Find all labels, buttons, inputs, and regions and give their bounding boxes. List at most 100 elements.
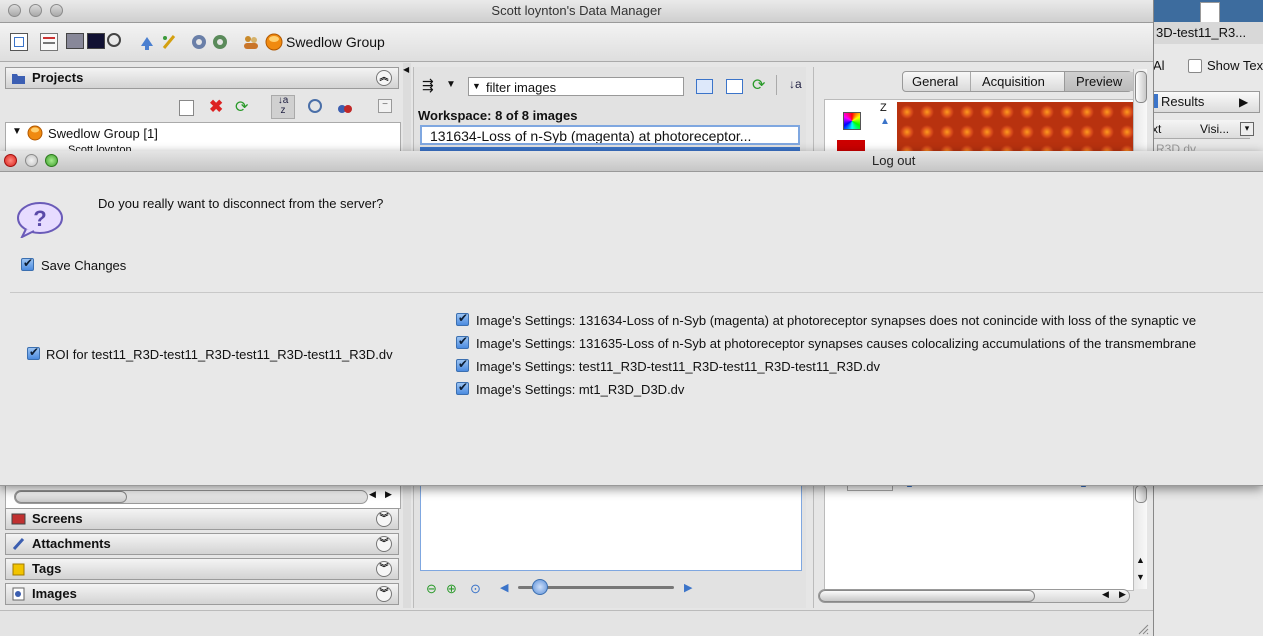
image-settings-checkbox[interactable] [456,357,469,372]
users-icon[interactable] [242,33,260,51]
expand-icon[interactable]: ︾ [376,586,392,602]
dialog-minimize-button[interactable] [25,154,38,167]
metadata-tabs: General Acquisition Preview [902,71,1133,92]
dialog-close-button[interactable] [4,154,17,167]
dialog-question: Do you really want to disconnect from th… [98,196,384,211]
expand-icon[interactable]: ︾ [376,536,392,552]
results-button[interactable]: Results ▶ [1150,91,1260,113]
filter-dropdown-icon[interactable]: ▼ [472,81,481,91]
edit-tag-icon[interactable] [160,33,178,51]
view-mode-dropdown-icon[interactable]: ▼ [446,79,456,90]
show-text-checkbox[interactable] [1188,59,1202,73]
projects-header-label: Projects [32,70,84,85]
timer-icon[interactable] [308,99,322,113]
new-container-icon[interactable] [179,100,194,116]
collapse-icon[interactable]: ︽ [376,70,392,86]
group-label[interactable]: Swedlow Group [286,34,385,50]
image-settings-label[interactable]: Image's Settings: test11_R3D-test11_R3D-… [476,359,880,374]
refresh-icon[interactable]: ⟳ [752,75,765,95]
zoom-out-icon[interactable]: ⊖ [426,581,437,597]
zoom-slider-thumb[interactable] [532,579,548,595]
horizontal-scrollbar[interactable] [14,490,368,504]
image-icon [12,587,25,601]
table-view-icon[interactable] [66,33,84,49]
scroll-left-icon[interactable]: ◀ [1102,589,1109,600]
close-window-button[interactable] [8,4,21,17]
image-settings-label[interactable]: Image's Settings: 131634-Loss of n-Syb (… [476,313,1196,328]
col-visible-header[interactable]: Visi... [1200,122,1229,136]
tab-acquisition[interactable]: Acquisition [982,74,1045,89]
images-panel-header[interactable]: Images ︾ [5,583,399,605]
group-node-icon [27,125,43,141]
expand-icon[interactable]: ︾ [376,511,392,527]
sort-icon[interactable]: ↓a [789,77,802,91]
group-icon [265,33,283,51]
collapse-tree-icon[interactable]: − [378,99,392,113]
color-picker-icon[interactable] [843,112,861,130]
view-mode-icon[interactable]: ⇶ [422,77,442,95]
dialog-divider [10,292,1263,293]
filter-field[interactable]: ▼ filter images [468,77,684,96]
dialog-zoom-button[interactable] [45,154,58,167]
delete-icon[interactable]: ✖ [209,97,223,117]
scroll-right-icon[interactable]: ▶ [385,489,392,500]
tab-preview[interactable]: Preview [1076,74,1122,89]
image-settings-label[interactable]: Image's Settings: 131635-Loss of n-Syb a… [476,336,1196,351]
image-settings-checkbox[interactable] [456,334,469,349]
main-toolbar: Swedlow Group [0,23,1153,62]
preview-horizontal-scrollbar[interactable] [818,589,1130,603]
status-bar [0,610,1153,636]
screens-label: Screens [32,511,83,526]
dialog-titlebar: Log out [0,151,1263,172]
question-icon: ? [16,200,64,238]
refresh-script-icon[interactable] [211,33,229,51]
next-icon[interactable]: ▶ [684,581,692,594]
scroll-right-icon[interactable]: ▶ [1119,589,1126,600]
save-changes-label[interactable]: Save Changes [41,258,126,273]
scroll-left-icon[interactable]: ◀ [369,489,376,500]
selected-image-label: 131634-Loss of n-Syb (magenta) at photor… [430,128,752,144]
attachments-panel-header[interactable]: Attachments ︾ [5,533,399,555]
new-window-icon[interactable] [10,33,28,51]
roi-label[interactable]: ROI for test11_R3D-test11_R3D-test11_R3D… [46,347,393,362]
filter-icon[interactable] [337,98,353,114]
import-icon[interactable] [138,33,156,51]
notes-icon[interactable] [40,33,58,51]
tree-expand-icon[interactable]: ▼ [12,126,22,137]
search-icon[interactable] [107,33,123,47]
zoom-in-icon[interactable]: ⊕ [446,581,457,597]
z-label: Z [880,102,887,114]
z-up-icon[interactable]: ▲ [880,116,890,127]
sort-az-icon[interactable]: ↓a z [271,95,295,119]
thumbnail-view-icon[interactable] [696,79,713,94]
projects-panel-header[interactable]: Projects ︽ [5,67,399,89]
tags-panel-header[interactable]: Tags ︾ [5,558,399,580]
results-label: Results [1161,94,1205,109]
save-changes-checkbox[interactable] [21,256,34,271]
results-table-header: xt Visi... [1150,120,1250,139]
scripts-icon[interactable] [190,33,208,51]
show-text-label: Show Tex [1207,58,1263,73]
image-settings-label[interactable]: Image's Settings: mt1_R3D_D3D.dv [476,382,684,397]
selected-image-item[interactable]: 131634-Loss of n-Syb (magenta) at photor… [420,125,800,145]
list-view-icon[interactable] [726,79,743,94]
viewer-icon[interactable] [87,33,105,49]
scroll-up-icon[interactable]: ▲ [1136,555,1145,565]
tree-root-label[interactable]: Swedlow Group [1] [48,126,158,141]
window-title: Scott loynton's Data Manager [491,3,662,18]
resize-grip-icon[interactable] [1137,623,1149,635]
image-settings-checkbox[interactable] [456,311,469,326]
image-grid-bottom [420,484,802,571]
column-menu-icon[interactable]: ▾ [1240,122,1254,136]
screens-panel-header[interactable]: Screens ︾ [5,508,399,530]
roi-checkbox[interactable] [27,345,40,360]
scroll-down-icon[interactable]: ▼ [1136,572,1145,582]
image-settings-checkbox[interactable] [456,380,469,395]
expand-icon[interactable]: ︾ [376,561,392,577]
minimize-window-button[interactable] [29,4,42,17]
previous-icon[interactable]: ◀ [500,581,508,594]
zoom-window-button[interactable] [50,4,63,17]
tab-general[interactable]: General [912,74,958,89]
refresh-icon[interactable]: ⟳ [235,97,248,117]
zoom-fit-icon[interactable]: ⊙ [470,581,481,597]
